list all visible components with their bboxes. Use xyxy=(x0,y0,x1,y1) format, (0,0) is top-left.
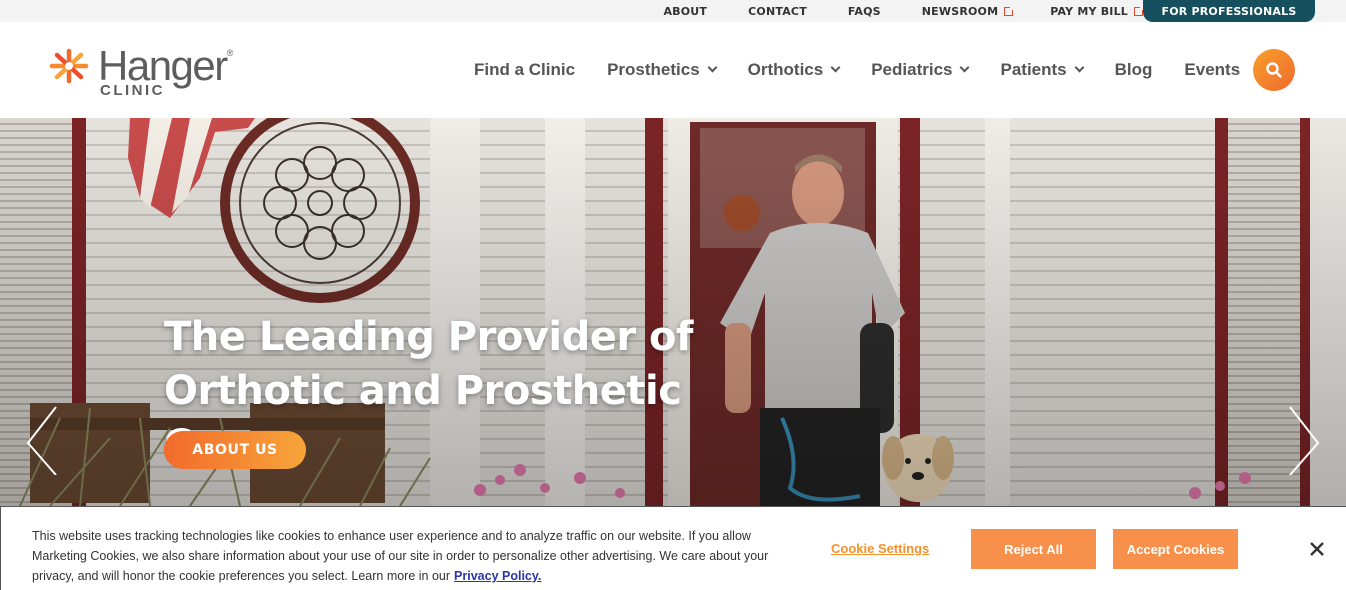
accept-cookies-button[interactable]: Accept Cookies xyxy=(1113,529,1238,569)
chevron-down-icon xyxy=(1074,62,1085,73)
main-nav: Find a Clinic Prosthetics Orthotics Pedi… xyxy=(474,22,1240,118)
brand-subline: CLINIC xyxy=(100,82,165,99)
chevron-right-icon xyxy=(1289,406,1320,476)
utility-link-faqs[interactable]: FAQS xyxy=(848,5,881,18)
utility-link-pay-my-bill[interactable]: PAY MY BILL xyxy=(1050,4,1145,18)
nav-item-events[interactable]: Events xyxy=(1184,60,1240,80)
nav-item-blog[interactable]: Blog xyxy=(1115,60,1153,80)
utility-bar: ABOUT CONTACT FAQS NEWSROOM PAY MY BILL … xyxy=(0,0,1346,22)
for-professionals-button[interactable]: FOR PROFESSIONALS xyxy=(1143,0,1315,22)
external-link-icon xyxy=(1004,4,1016,16)
close-cookie-banner-button[interactable] xyxy=(1306,538,1328,560)
cookie-banner: This website uses tracking technologies … xyxy=(0,506,1346,590)
nav-item-prosthetics[interactable]: Prosthetics xyxy=(607,60,718,80)
utility-link-about[interactable]: ABOUT xyxy=(663,5,707,18)
chevron-down-icon xyxy=(960,62,970,73)
utility-link-contact[interactable]: CONTACT xyxy=(748,5,807,18)
cookie-banner-text: This website uses tracking technologies … xyxy=(32,529,769,583)
cookie-settings-link[interactable]: Cookie Settings xyxy=(831,541,929,556)
hero-carousel: The Leading Provider of Orthotic and Pro… xyxy=(0,118,1346,506)
hanger-clinic-logo[interactable]: Hanger® CLINIC xyxy=(48,42,238,99)
starburst-logo-icon xyxy=(49,48,89,84)
site-header: Hanger® CLINIC Find a Clinic Prosthetics… xyxy=(0,22,1346,118)
close-icon xyxy=(1310,542,1324,556)
chevron-down-icon xyxy=(830,62,841,73)
utility-nav: ABOUT CONTACT FAQS NEWSROOM PAY MY BILL xyxy=(663,0,1145,22)
carousel-prev-button[interactable] xyxy=(22,405,62,476)
utility-link-newsroom[interactable]: NEWSROOM xyxy=(922,4,1016,18)
search-icon xyxy=(1266,62,1282,78)
nav-item-find-a-clinic[interactable]: Find a Clinic xyxy=(474,60,575,80)
nav-item-pediatrics[interactable]: Pediatrics xyxy=(871,60,970,80)
external-link-icon xyxy=(1134,4,1145,16)
search-button[interactable] xyxy=(1253,49,1295,91)
nav-item-orthotics[interactable]: Orthotics xyxy=(748,60,841,80)
reject-all-button[interactable]: Reject All xyxy=(971,529,1096,569)
privacy-policy-link[interactable]: Privacy Policy. xyxy=(454,569,541,583)
chevron-down-icon xyxy=(707,62,718,73)
about-us-button[interactable]: ABOUT US xyxy=(164,431,306,469)
carousel-next-button[interactable] xyxy=(1284,405,1324,476)
chevron-left-icon xyxy=(26,406,57,476)
nav-item-patients[interactable]: Patients xyxy=(1000,60,1085,80)
